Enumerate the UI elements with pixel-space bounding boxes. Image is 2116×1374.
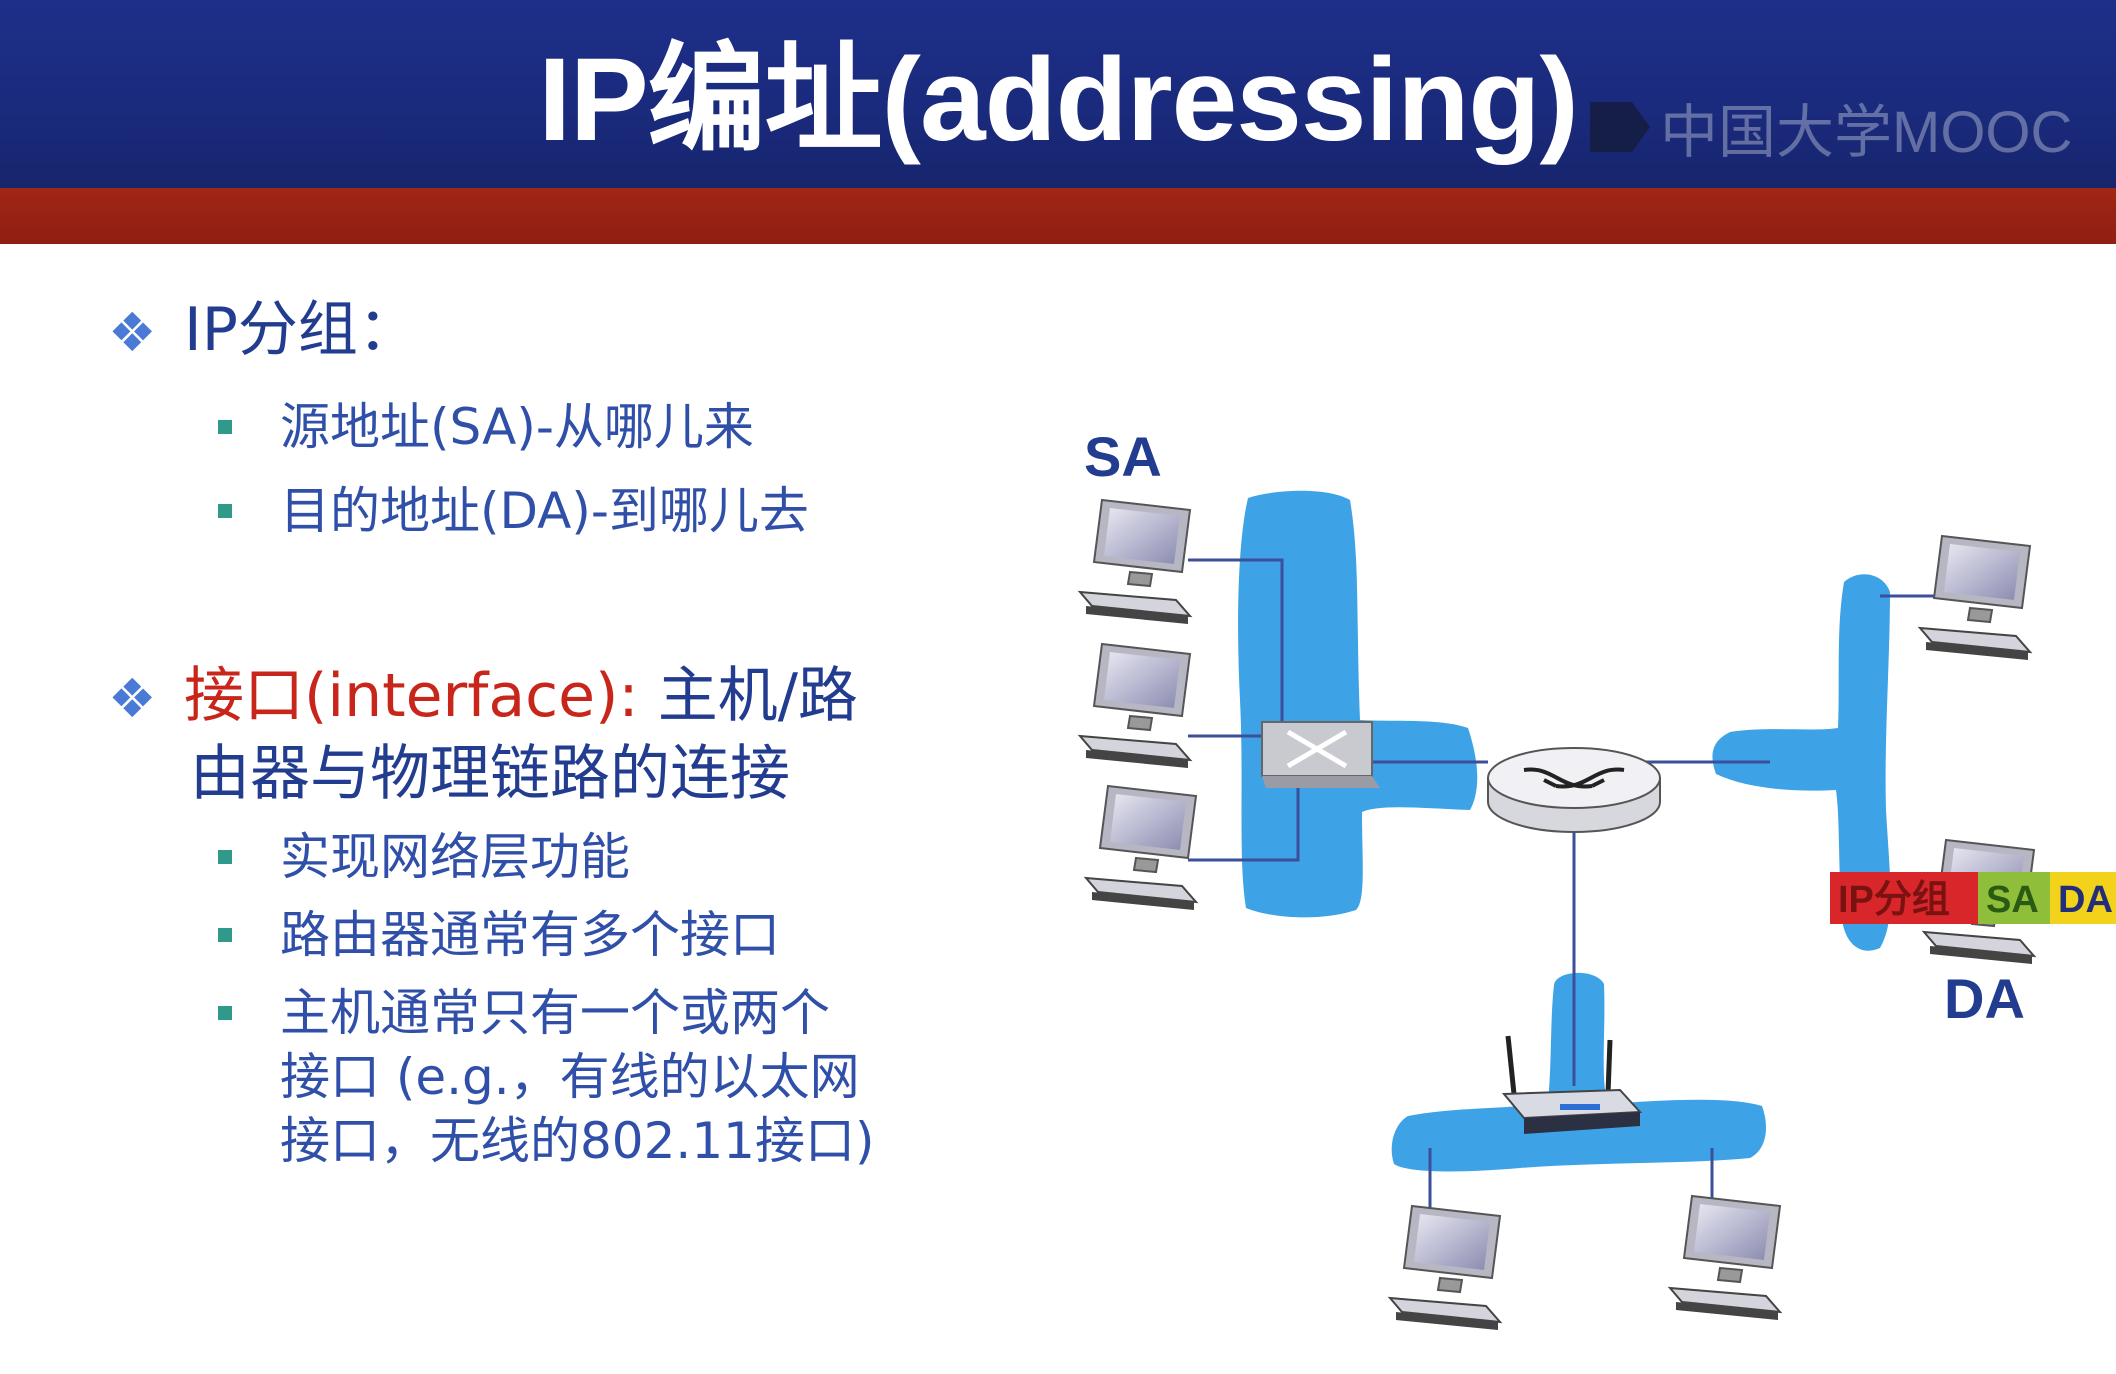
host-left-3-icon [1085,785,1197,911]
packet-da-label: DA [2058,879,2113,921]
packet-sa-label: SA [1986,879,2039,921]
bottom-network-blob [1391,972,1766,1172]
router-icon [1487,747,1661,833]
host-bottom-1-icon [1389,1205,1501,1331]
network-diagram: IP分组 SA DA SA DA [1079,425,2116,1331]
host-right-1-icon [1919,535,2031,661]
packet-ip-label: IP分组 [1838,879,1950,921]
host-left-2-icon [1079,643,1191,769]
left-network-blob [1238,490,1478,918]
da-label: DA [1944,967,2025,1030]
ip-packet: IP分组 SA DA [1830,872,2116,924]
switch-icon [1261,721,1380,788]
host-sa-icon [1079,499,1191,625]
sa-label: SA [1084,425,1162,488]
host-bottom-2-icon [1669,1195,1781,1321]
